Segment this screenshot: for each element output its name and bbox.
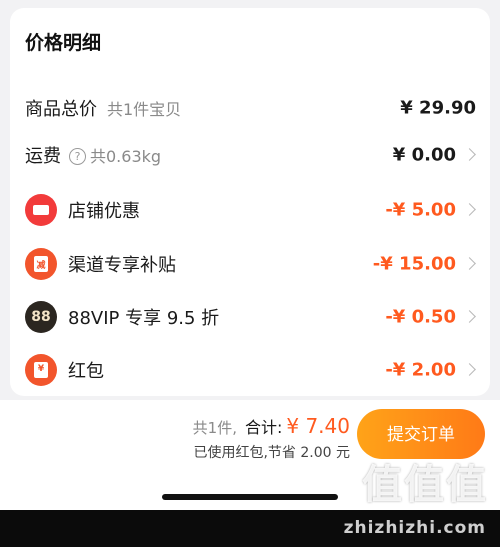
row-88vip-discount[interactable]: 88 88VIP 专享 9.5 折 -¥ 0.50 xyxy=(25,297,476,337)
home-indicator[interactable] xyxy=(162,494,338,500)
row-channel-subsidy[interactable]: 减 渠道专享补贴 -¥ 15.00 xyxy=(25,244,476,284)
goods-total-label: 商品总价 xyxy=(25,99,97,120)
row-shipping[interactable]: 运费? 共0.63kg ¥ 0.00 xyxy=(25,135,476,175)
saving-note: 已使用红包,节省 2.00 元 xyxy=(193,445,350,461)
total-price: ¥ 7.40 xyxy=(286,414,350,438)
item-count: 共1件, xyxy=(192,419,237,437)
watermark-text: zhizhizhi.com xyxy=(343,518,486,538)
watermark-logo: 值值值 xyxy=(362,462,488,508)
red-packet-icon: ¥ xyxy=(25,354,57,386)
store-coupon-icon xyxy=(25,194,57,226)
store-discount-label: 店铺优惠 xyxy=(68,201,140,222)
88vip-discount-value: -¥ 0.50 xyxy=(385,306,456,328)
submit-order-button[interactable]: 提交订单 xyxy=(357,409,485,459)
chevron-right-icon xyxy=(463,363,476,376)
row-goods-total: 商品总价 共1件宝贝 ¥ 29.90 xyxy=(25,88,476,128)
shipping-label: 运费 xyxy=(25,146,61,167)
88vip-discount-label: 88VIP 专享 9.5 折 xyxy=(68,308,220,329)
red-packet-value: -¥ 2.00 xyxy=(385,359,456,381)
watermark-bar: zhizhizhi.com xyxy=(0,510,500,547)
channel-subsidy-value: -¥ 15.00 xyxy=(372,253,456,275)
goods-count-note: 共1件宝贝 xyxy=(107,100,182,119)
total-summary: 共1件, 合计: ¥ 7.40 xyxy=(193,414,350,438)
chevron-right-icon xyxy=(463,203,476,216)
channel-subsidy-icon: 减 xyxy=(25,248,57,280)
channel-subsidy-label: 渠道专享补贴 xyxy=(68,255,176,276)
row-red-packet[interactable]: ¥ 红包 -¥ 2.00 xyxy=(25,350,476,390)
chevron-right-icon xyxy=(463,257,476,270)
chevron-right-icon xyxy=(463,148,476,161)
price-detail-card: 价格明细 商品总价 共1件宝贝 ¥ 29.90 运费? 共0.63kg ¥ 0.00… xyxy=(10,8,490,396)
question-icon[interactable]: ? xyxy=(69,148,86,165)
red-packet-label: 红包 xyxy=(68,361,104,382)
store-discount-value: -¥ 5.00 xyxy=(385,199,456,221)
row-store-discount[interactable]: 店铺优惠 -¥ 5.00 xyxy=(25,190,476,230)
chevron-right-icon xyxy=(463,310,476,323)
88vip-icon: 88 xyxy=(25,301,57,333)
total-label: 合计: xyxy=(244,418,283,437)
shipping-weight-note: 共0.63kg xyxy=(90,147,162,166)
shipping-value: ¥ 0.00 xyxy=(392,144,456,166)
goods-total-value: ¥ 29.90 xyxy=(400,97,476,119)
price-detail-title: 价格明细 xyxy=(25,32,102,54)
